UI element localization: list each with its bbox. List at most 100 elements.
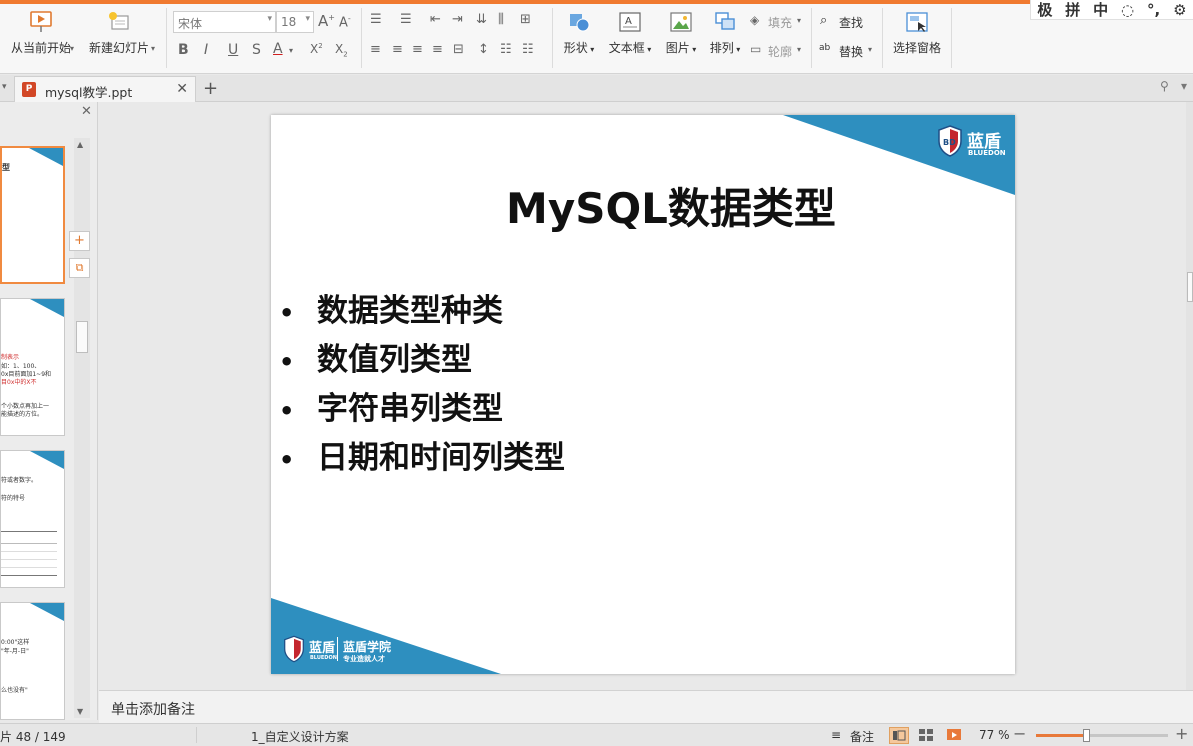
tab-menu-icon[interactable]: ▾	[1181, 79, 1187, 93]
zoom-in-icon[interactable]: +	[1175, 724, 1188, 743]
zoom-slider[interactable]	[1036, 729, 1168, 742]
grow-font-icon[interactable]: A+	[318, 12, 335, 30]
bold-icon[interactable]: B	[178, 42, 189, 58]
scroll-up-icon[interactable]: ▲	[77, 140, 83, 149]
reading-view-button[interactable]	[946, 728, 962, 742]
footer-logo-cn: 蓝盾	[309, 641, 336, 656]
thumbnail-corner-decoration	[30, 299, 64, 317]
picture-button[interactable]: 图片 ▾	[662, 0, 700, 56]
align-text-icon[interactable]: ⊞	[520, 12, 531, 27]
replace-icon[interactable]: ab	[819, 43, 830, 53]
slide-bullet[interactable]: • 数据类型种类	[279, 285, 503, 330]
notes-toggle-icon[interactable]: ≡	[831, 728, 841, 742]
slide-sorter-button[interactable]	[918, 728, 934, 742]
outline-icon[interactable]: ▭	[750, 42, 761, 56]
zoom-slider-fill	[1036, 734, 1087, 737]
underline-icon[interactable]: U	[228, 42, 238, 58]
slide-thumbnail[interactable]: 0:00"这样 "年-月-日" 么也没有"	[0, 602, 65, 720]
footer-school: 蓝盾学院	[343, 640, 392, 654]
shrink-font-icon[interactable]: A-	[339, 14, 351, 30]
font-color-icon[interactable]: A	[273, 41, 283, 57]
ime-punct-icon[interactable]: °,	[1147, 1, 1160, 19]
align-right-icon[interactable]: ≡	[412, 42, 423, 57]
shape-button[interactable]: 形状 ▾	[560, 0, 598, 56]
columns-icon[interactable]: ⫼	[498, 12, 504, 27]
line-spacing-icon[interactable]: ↕	[478, 42, 489, 57]
ime-mode-icon[interactable]: 极	[1037, 0, 1052, 20]
zoom-percentage[interactable]: 77 %	[979, 728, 1010, 742]
scrollbar-thumb[interactable]	[76, 321, 88, 353]
from-current-label: 从当前开始	[10, 41, 71, 55]
find-icon[interactable]: ⌕	[820, 13, 827, 28]
textbox-button[interactable]: A 文本框 ▾	[606, 0, 654, 56]
editor-scrollbar[interactable]	[1186, 102, 1193, 690]
tab-list-icon[interactable]: ▾	[2, 82, 7, 92]
select-pane-button[interactable]: 选择窗格	[890, 0, 944, 56]
from-current-button[interactable]: 从当前开始	[6, 0, 76, 56]
close-icon[interactable]: ✕	[176, 81, 188, 97]
theme-name[interactable]: 1_自定义设计方案	[251, 728, 349, 745]
chevron-down-icon[interactable]: ▾	[289, 46, 293, 55]
slide-bullet[interactable]: • 日期和时间列类型	[279, 432, 565, 477]
spacing-options-icon[interactable]: ☷	[522, 42, 534, 57]
slide-bullet[interactable]: • 字符串列类型	[279, 383, 503, 428]
paragraph-spacing-icon[interactable]: ☷	[500, 42, 512, 57]
subscript-icon[interactable]: X2	[335, 42, 348, 58]
ime-pinyin-icon[interactable]: 拼	[1065, 0, 1080, 20]
slide-bullet[interactable]: • 数值列类型	[279, 334, 472, 379]
ime-settings-icon[interactable]: ⚙	[1173, 1, 1186, 19]
chevron-down-icon[interactable]: ▾	[797, 16, 801, 25]
font-name-field[interactable]: 宋体 ▾	[173, 11, 276, 33]
superscript-icon[interactable]: X2	[310, 42, 323, 56]
textbox-icon: A	[619, 12, 641, 32]
scrollbar-thumb[interactable]	[1187, 272, 1193, 302]
current-slide[interactable]: BD 蓝盾 BLUEDON MySQL数据类型 • 数据类型种类 • 数值列类型 •…	[271, 115, 1015, 674]
tab-mysql-ppt[interactable]: P mysql教学.ppt ✕	[14, 76, 196, 102]
notes-placeholder[interactable]: 单击添加备注	[111, 699, 195, 719]
increase-indent-icon[interactable]: ⇥	[452, 12, 463, 27]
close-icon[interactable]: ✕	[81, 104, 92, 119]
slide-thumbnail[interactable]: 符或者数字。 符的特号	[0, 450, 65, 588]
slide-thumbnail[interactable]: 型	[0, 146, 65, 284]
arrange-button[interactable]: 排列 ▾	[706, 0, 744, 56]
justify-icon[interactable]: ≡	[432, 42, 443, 57]
new-slide-icon	[109, 12, 129, 30]
align-center-icon[interactable]: ≡	[392, 42, 403, 57]
fill-icon[interactable]: ◈	[750, 13, 759, 27]
fill-label[interactable]: 填充	[768, 14, 792, 31]
normal-view-button[interactable]	[889, 727, 909, 744]
text-direction-icon[interactable]: ⇊	[476, 12, 487, 27]
bullet-list-icon[interactable]: ☰	[370, 12, 382, 27]
new-slide-from-layout-button[interactable]: ⧉	[69, 258, 90, 278]
find-label[interactable]: 查找	[839, 14, 863, 31]
new-slide-button[interactable]: 新建幻灯片	[86, 0, 152, 56]
scroll-down-icon[interactable]: ▼	[77, 707, 83, 716]
chevron-down-icon[interactable]: ▾	[797, 45, 801, 54]
align-left-icon[interactable]: ≡	[370, 42, 381, 57]
italic-icon[interactable]: I	[204, 42, 208, 58]
ime-moon-icon[interactable]: ◌	[1121, 1, 1134, 19]
distribute-icon[interactable]: ⊟	[453, 42, 464, 57]
notes-pane[interactable]: 单击添加备注	[99, 690, 1193, 723]
pin-icon[interactable]: ⚲	[1160, 79, 1169, 93]
footer-divider	[337, 637, 338, 661]
notes-toggle-label[interactable]: 备注	[850, 728, 874, 745]
decrease-indent-icon[interactable]: ⇤	[430, 12, 441, 27]
zoom-slider-handle[interactable]	[1083, 729, 1091, 742]
ime-chinese-icon[interactable]: 中	[1093, 0, 1108, 20]
add-slide-button[interactable]: +	[69, 231, 90, 251]
thumbnail-scrollbar[interactable]: ▲ ▼	[74, 138, 90, 718]
new-tab-icon[interactable]: +	[203, 78, 218, 99]
replace-label[interactable]: 替换	[839, 43, 863, 60]
slide-thumbnail[interactable]: 制表示 如：1、100、 0x目前面加1~9和 目0x中的X不 个小数点再加上一…	[0, 298, 65, 436]
chevron-down-icon[interactable]: ▾	[70, 44, 74, 53]
tab-label: mysql教学.ppt	[45, 85, 133, 100]
slide-title[interactable]: MySQL数据类型	[271, 175, 941, 236]
text-shadow-icon[interactable]: S	[252, 42, 261, 58]
chevron-down-icon[interactable]: ▾	[868, 45, 872, 54]
numbered-list-icon[interactable]: ☰	[400, 12, 412, 27]
zoom-out-icon[interactable]: −	[1013, 724, 1026, 743]
outline-label[interactable]: 轮廓	[768, 43, 792, 60]
chevron-down-icon[interactable]: ▾	[151, 44, 155, 53]
font-size-field[interactable]: 18 ▾	[276, 11, 314, 33]
